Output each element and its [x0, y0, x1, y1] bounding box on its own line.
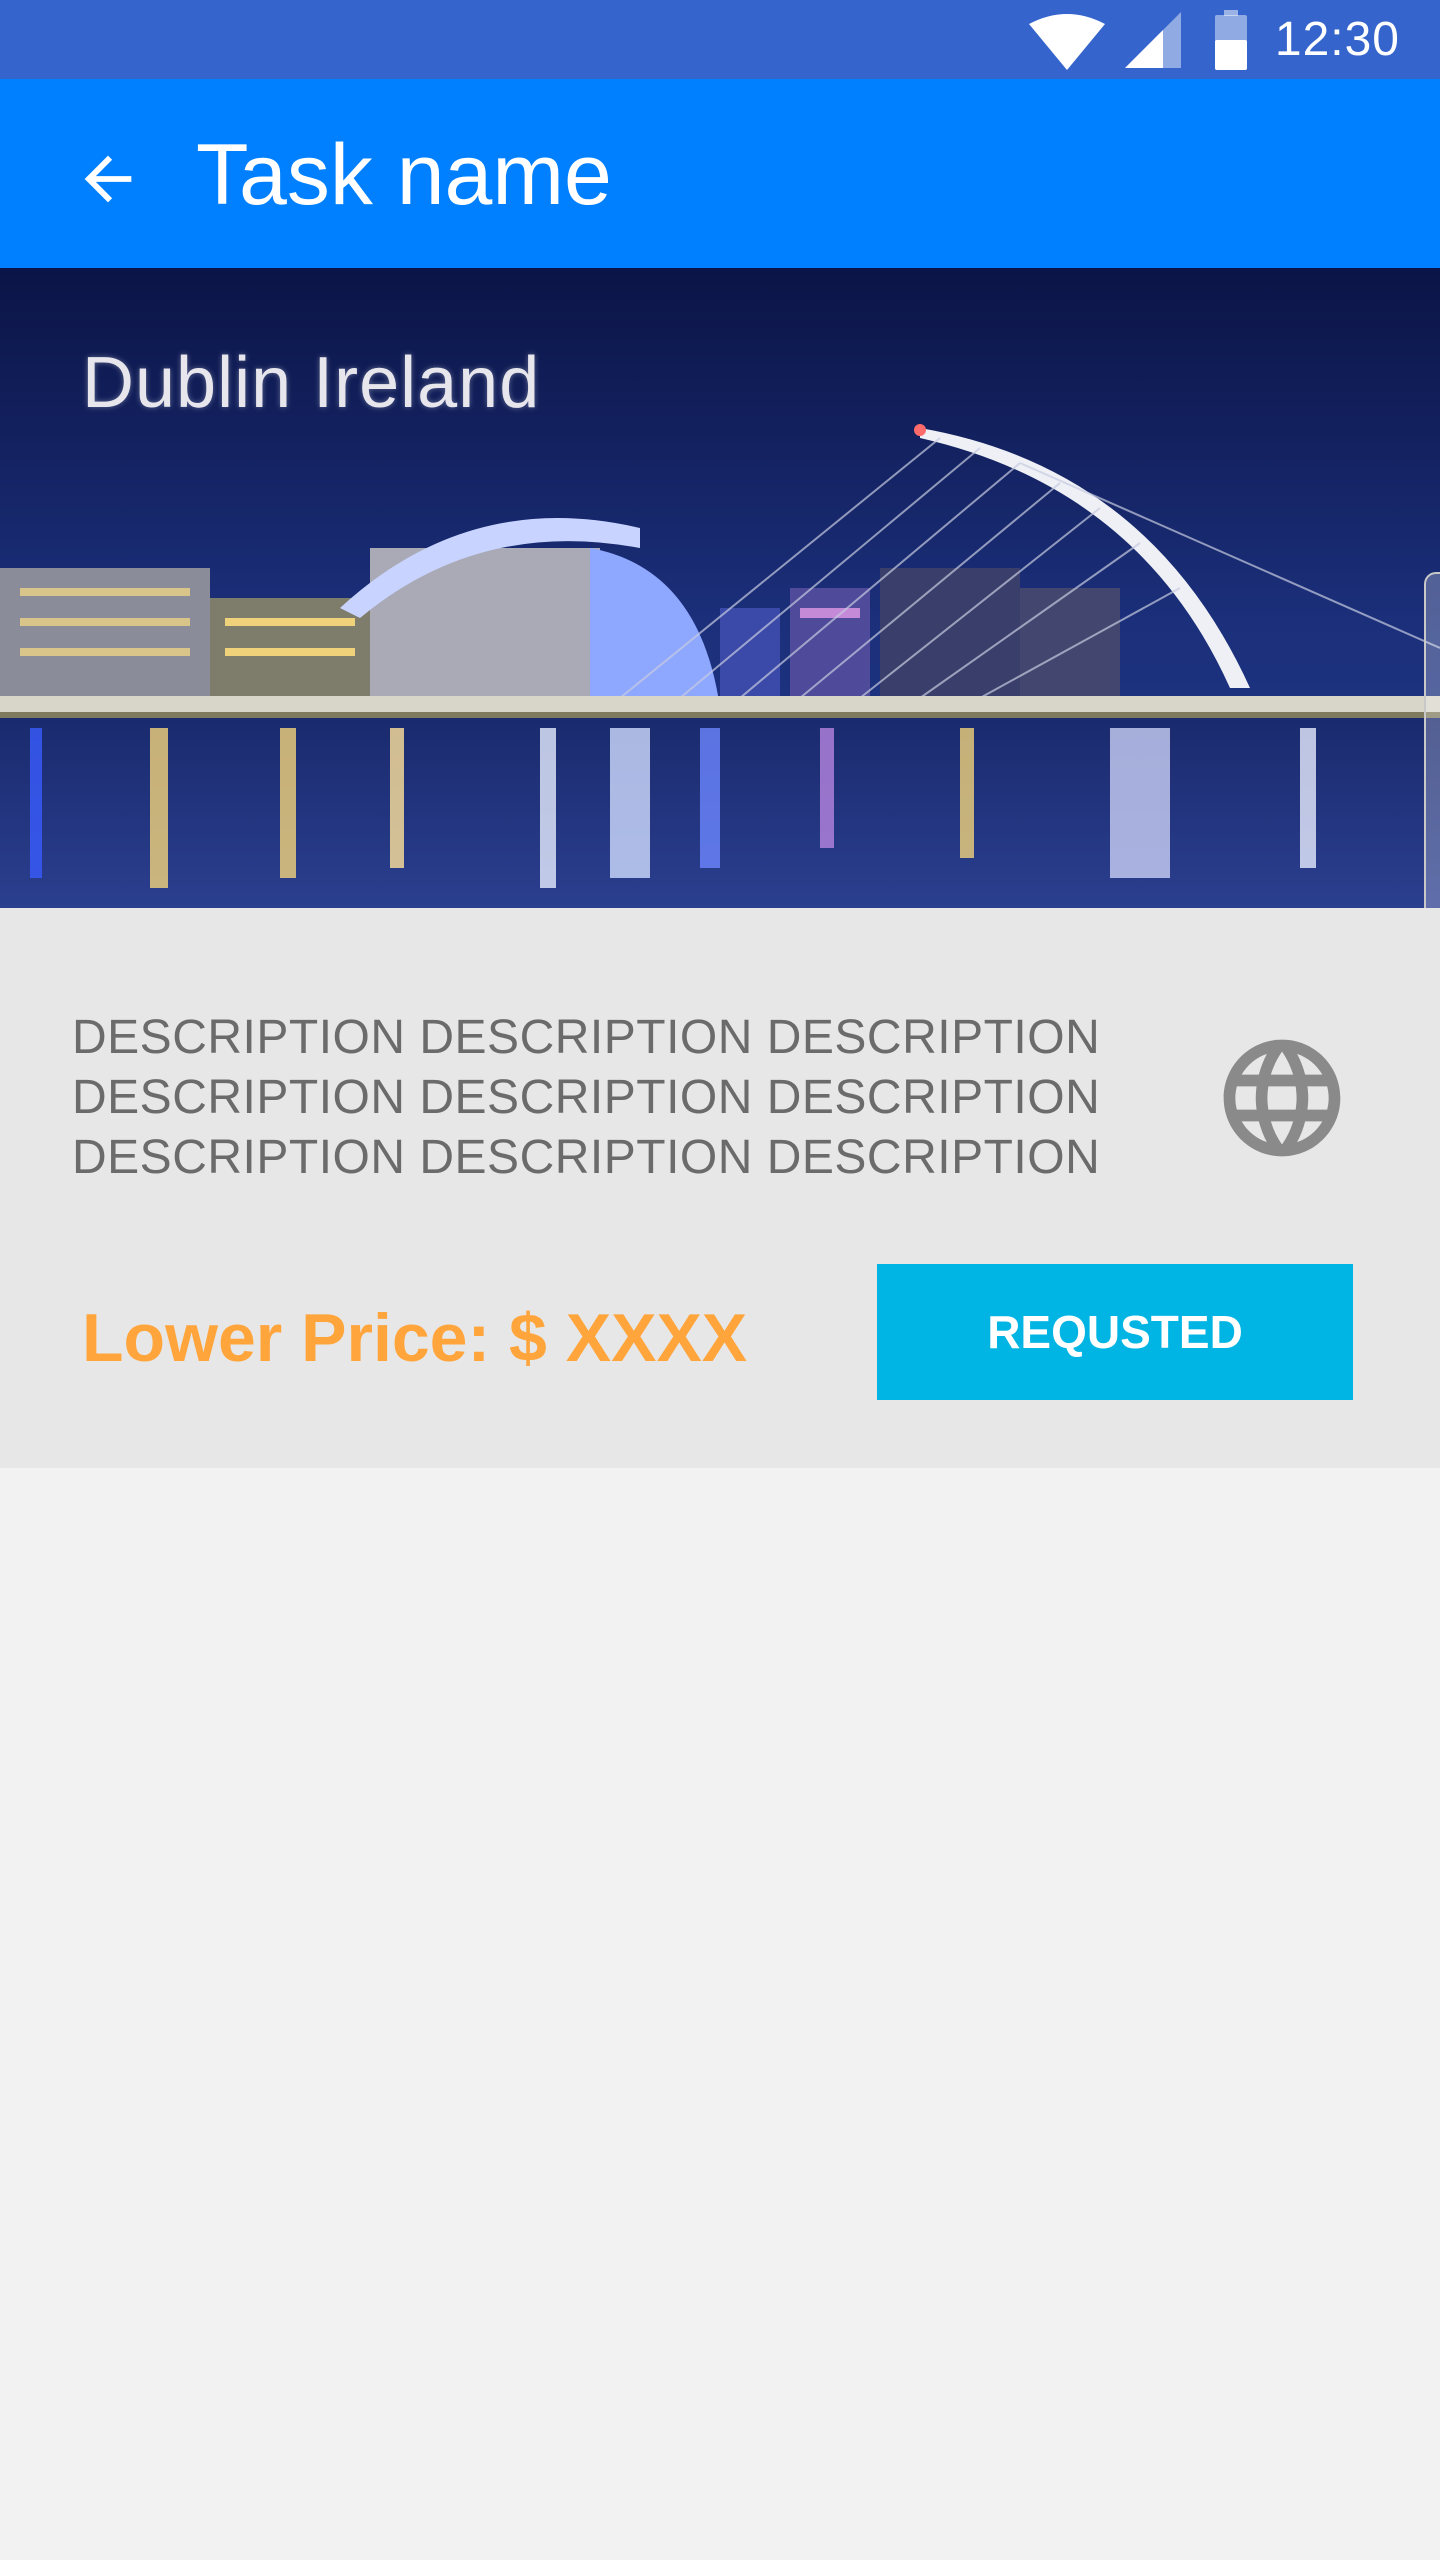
task-description: DESCRIPTION DESCRIPTION DESCRIPTION DESC… — [72, 1011, 1101, 1184]
page-title: Task name — [196, 127, 612, 223]
requested-button[interactable]: REQUSTED — [877, 1264, 1353, 1400]
arrow-back-icon — [73, 144, 143, 219]
app-bar: Task name — [0, 79, 1440, 268]
status-time: 12:30 — [1274, 13, 1400, 66]
task-card: DESCRIPTION DESCRIPTION DESCRIPTION DESC… — [0, 908, 1440, 1468]
wifi-icon — [1027, 10, 1107, 70]
cell-signal-icon — [1121, 10, 1183, 70]
back-button[interactable] — [58, 131, 158, 231]
battery-icon — [1213, 9, 1249, 70]
hero-caption: Dublin Ireland — [82, 343, 541, 423]
status-icons: 12:30 — [1027, 0, 1440, 79]
globe-icon[interactable] — [1212, 1028, 1352, 1168]
lower-price: Lower Price: $ XXXX — [82, 1300, 748, 1376]
status-bar: 12:30 — [0, 0, 1440, 79]
hero-image: Dublin Ireland — [0, 268, 1440, 908]
